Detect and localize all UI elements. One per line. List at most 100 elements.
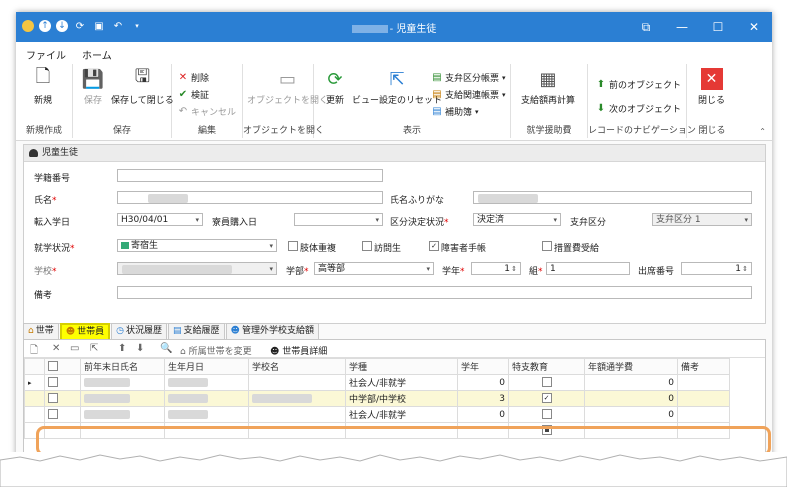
row-select-checkbox xyxy=(48,393,58,404)
change-household-button[interactable]: ⌂ 所属世帯を変更 xyxy=(180,344,252,357)
school-select[interactable]: ▾ xyxy=(117,262,277,275)
close-button[interactable]: ✕ 閉じる xyxy=(698,68,725,106)
cancel-button[interactable]: ↶ キャンセル xyxy=(178,105,236,118)
visit-label: 訪問生 xyxy=(374,244,402,254)
tab-household[interactable]: ⌂ 世帯 xyxy=(23,323,59,339)
row-kind[interactable]: 社会人/非就学 xyxy=(345,374,458,391)
row-fee[interactable]: 0 xyxy=(584,390,678,407)
row-special-checkbox xyxy=(541,377,552,388)
open-row-icon[interactable]: ▭ xyxy=(70,343,79,354)
row-select-checkbox xyxy=(48,377,58,388)
enroll-status-select[interactable]: 寄宿生 ▾ xyxy=(117,239,277,252)
disability-label: 障害者手帳 xyxy=(441,244,487,254)
row-fee[interactable]: 0 xyxy=(584,406,678,423)
decision-status-select[interactable]: 決定済 ▾ xyxy=(473,213,561,226)
col-grade[interactable]: 学年 xyxy=(457,358,509,375)
dorm-date-input[interactable]: ▾ xyxy=(294,213,383,226)
col-remarks[interactable]: 備考 xyxy=(677,358,730,375)
save-close-button[interactable]: 🖫 保存して閉じる xyxy=(111,66,174,106)
row-fee[interactable]: 0 xyxy=(584,374,678,391)
col-birthdate[interactable]: 生年月日 xyxy=(164,358,249,375)
ribbon-group-open: ▭ オブジェクトを開く オブジェクトを開く xyxy=(243,64,328,138)
row-grade[interactable]: 0 xyxy=(457,406,509,423)
delete-x-icon: ✕ xyxy=(178,72,188,83)
name-input[interactable] xyxy=(117,191,383,204)
maximize-button[interactable]: ☐ xyxy=(700,12,736,42)
school-label: 学校* xyxy=(34,267,57,277)
group-icon: ☻ xyxy=(230,326,240,336)
dept-select[interactable]: 高等部 ▾ xyxy=(314,262,434,275)
move-up-icon[interactable]: ⬆ xyxy=(118,343,126,354)
reset-view-button[interactable]: ⇱ ビュー設定のリセット xyxy=(352,68,442,107)
table-row[interactable]: ▸ 社会人/非就学 0 0 xyxy=(24,374,730,391)
floppy-icon: 💾 xyxy=(81,68,105,90)
link-row-icon[interactable]: ⇱ xyxy=(90,343,98,354)
preview-icon[interactable]: 🔍 xyxy=(160,343,172,354)
ledger-icon: ▤ xyxy=(173,326,182,336)
book-icon: ▤ xyxy=(432,106,442,117)
refresh-button[interactable]: ⟳ 更新 xyxy=(324,68,346,107)
tab-status-history[interactable]: ◷ 状況履歴 xyxy=(111,323,168,339)
verify-button[interactable]: ✔ 検証 xyxy=(178,88,209,101)
row-kind[interactable]: 社会人/非就学 xyxy=(345,406,458,423)
detail-tabs: ⌂ 世帯 ☻ 世帯員 ◷ 状況履歴 ▤ 支給履歴 ☻ 管理外学校支給額 xyxy=(23,323,320,342)
recalc-button[interactable]: ▦ 支給額再計算 xyxy=(521,68,575,107)
attendance-spin[interactable]: 1 ⇕ xyxy=(681,262,752,275)
tab-payment-history[interactable]: ▤ 支給履歴 xyxy=(168,323,225,339)
next-object-button[interactable]: ⬇ 次のオブジェクト xyxy=(596,102,681,115)
ribbon-group-save: 💾 保存 🖫 保存して閉じる 保存 xyxy=(73,64,174,138)
col-school-name[interactable]: 学校名 xyxy=(248,358,346,375)
col-prev-name[interactable]: 前年末日氏名 xyxy=(80,358,165,375)
payment-ledger-button[interactable]: ▤ 支弁区分帳票 ▾ xyxy=(432,71,505,84)
col-special[interactable]: 特支教育 xyxy=(508,358,585,375)
panel-header: 児童生徒 xyxy=(24,145,765,162)
row-select-checkbox xyxy=(48,409,58,420)
kana-label: 氏名ふりがな xyxy=(390,196,445,206)
torn-edge xyxy=(0,452,787,487)
support-ledger-button[interactable]: ▤ 支給関連帳票 ▾ xyxy=(432,88,505,101)
kana-input[interactable] xyxy=(473,191,752,204)
table-row[interactable]: 中学部/中学校 3 ✓ 0 xyxy=(24,390,730,407)
dept-label: 学部* xyxy=(286,267,309,277)
row-kind[interactable]: 中学部/中学校 xyxy=(345,390,458,407)
menu-file[interactable]: ファイル xyxy=(26,47,66,62)
col-annual-fee[interactable]: 年額通学費 xyxy=(584,358,678,375)
measure-checkbox[interactable] xyxy=(542,241,552,251)
student-no-input[interactable] xyxy=(117,169,383,182)
report-icon: ▤ xyxy=(432,89,442,100)
down-circle-icon: ⬇ xyxy=(596,103,606,114)
move-down-icon[interactable]: ⬇ xyxy=(136,343,144,354)
transfer-date-input[interactable]: H30/04/01 ▾ xyxy=(117,213,203,226)
visit-checkbox[interactable] xyxy=(362,241,372,251)
row-special-checkbox xyxy=(541,409,552,420)
grade-spin[interactable]: 1 ⇕ xyxy=(471,262,521,275)
row-grade[interactable]: 0 xyxy=(457,374,509,391)
delete-row-icon[interactable]: ✕ xyxy=(52,343,60,354)
member-detail-button[interactable]: ☻ 世帯員詳細 xyxy=(270,344,327,357)
save-button[interactable]: 💾 保存 xyxy=(81,68,105,107)
remarks-input[interactable] xyxy=(117,286,752,299)
check-icon: ✔ xyxy=(178,89,188,100)
class-label: 組* xyxy=(529,267,543,277)
menu-bar: ファイル ホーム xyxy=(16,42,772,65)
minimize-button[interactable]: — xyxy=(664,12,700,42)
measure-label: 措置費受給 xyxy=(554,244,600,254)
tab-outside-school[interactable]: ☻ 管理外学校支給額 xyxy=(225,323,319,339)
title-bar: ↑ ↓ ⟳ ▣ ↶ ▾ - 児童生徒 ⧉ — ☐ ✕ xyxy=(16,12,772,42)
payment-class-select[interactable]: 支弁区分 1 ▾ xyxy=(652,213,752,226)
class-input[interactable]: 1 xyxy=(546,262,630,275)
col-school-kind[interactable]: 学種 xyxy=(345,358,458,375)
prev-object-button[interactable]: ⬆ 前のオブジェクト xyxy=(596,78,681,91)
close-window-button[interactable]: ✕ xyxy=(736,12,772,42)
close-red-icon: ✕ xyxy=(700,68,723,90)
table-row[interactable]: 社会人/非就学 0 0 xyxy=(24,406,730,423)
overlap-checkbox[interactable] xyxy=(288,241,298,251)
new-button[interactable]: 🗋 新規 xyxy=(32,66,54,106)
delete-button[interactable]: ✕ 削除 xyxy=(178,71,209,84)
aux-book-button[interactable]: ▤ 補助簿 ▾ xyxy=(432,105,478,118)
collapse-ribbon-icon[interactable]: ⌃ xyxy=(759,127,766,136)
disability-checkbox[interactable]: ✓ xyxy=(429,241,439,251)
restore-panel-icon[interactable]: ⧉ xyxy=(628,12,664,42)
row-grade[interactable]: 3 xyxy=(457,390,509,407)
ribbon-group-edit: ✕ 削除 ✔ 検証 ↶ キャンセル 編集 xyxy=(172,64,243,138)
